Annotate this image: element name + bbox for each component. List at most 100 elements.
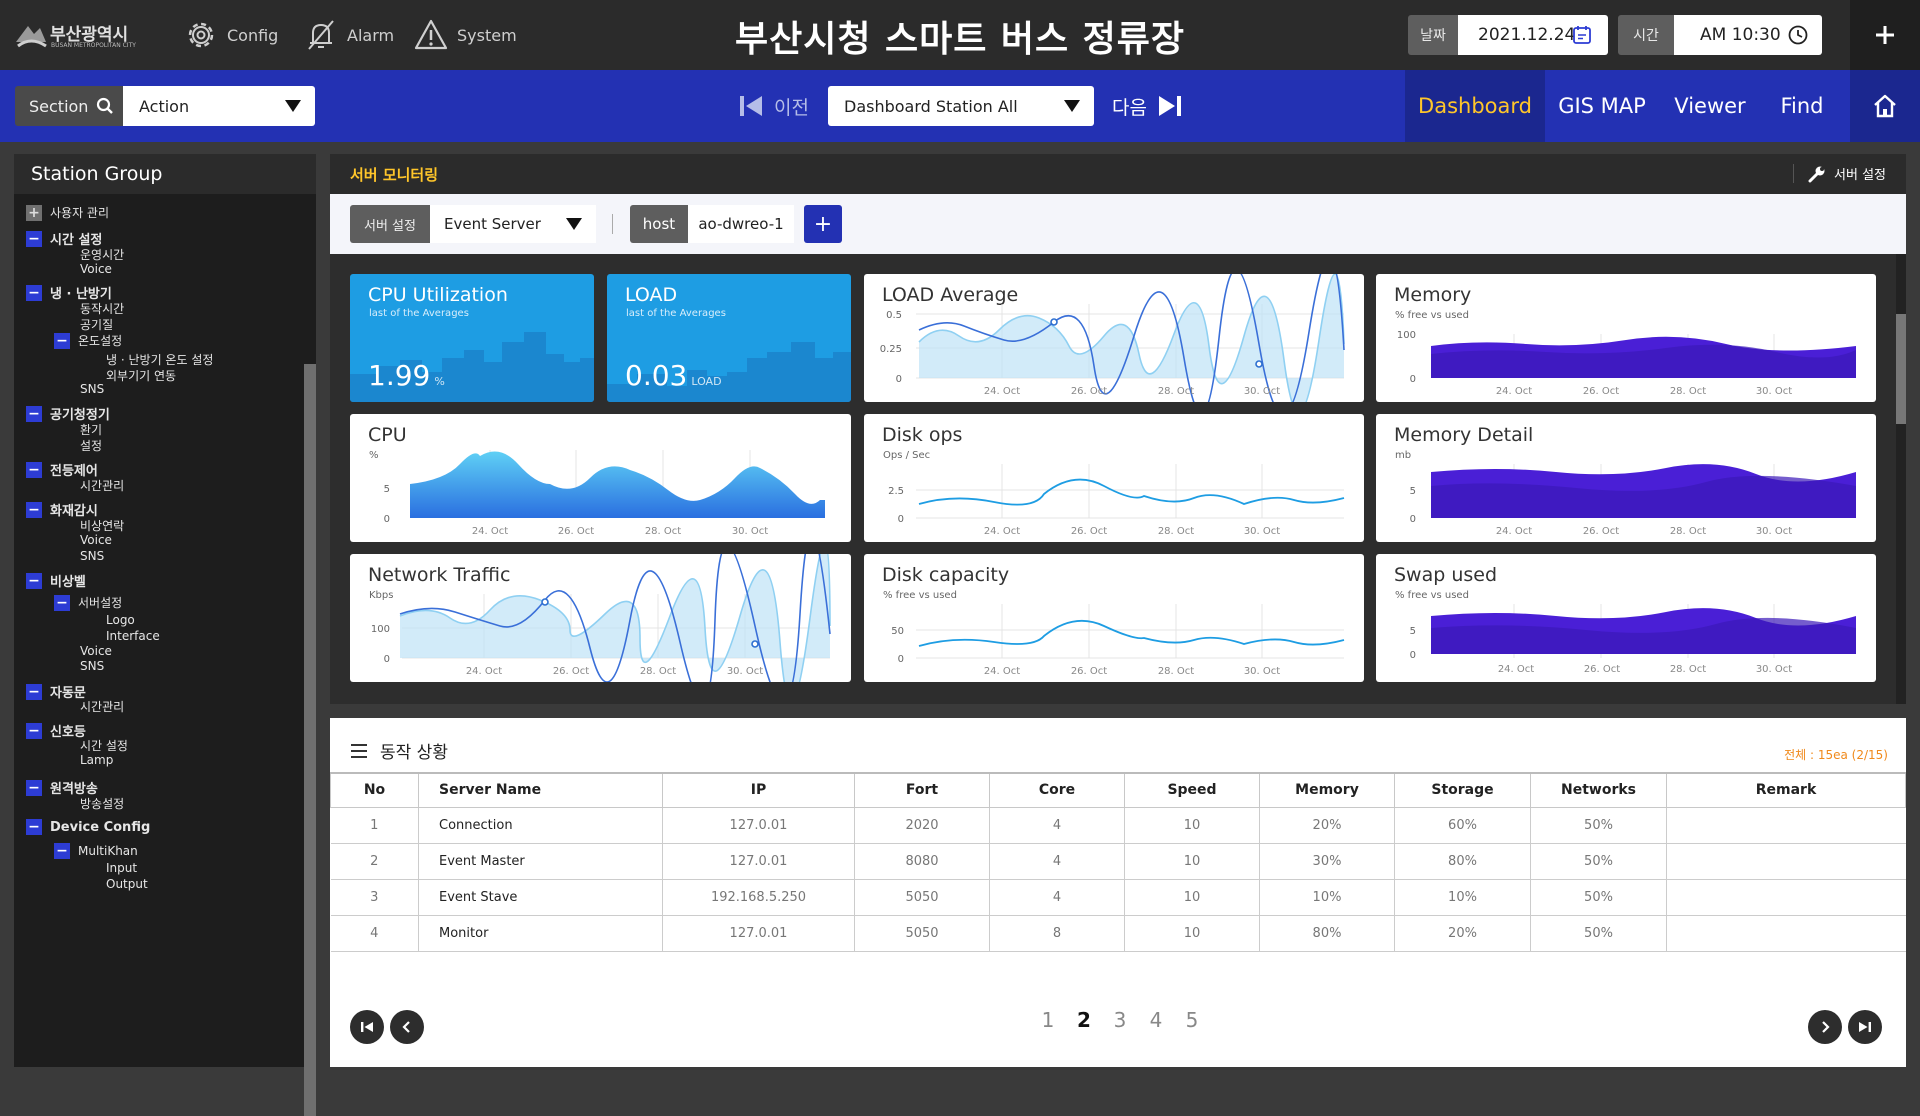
next-button[interactable]: 다음: [1112, 90, 1183, 122]
add-host-button[interactable]: +: [804, 205, 842, 243]
collapse-icon[interactable]: −: [26, 501, 42, 518]
collapse-icon[interactable]: −: [26, 683, 42, 700]
previous-button[interactable]: 이전: [738, 90, 809, 122]
col-server-name[interactable]: Server Name: [418, 772, 663, 808]
collapse-icon[interactable]: −: [26, 230, 42, 247]
sidebar-item[interactable]: Voice: [80, 533, 112, 547]
collapse-icon[interactable]: −: [26, 284, 42, 301]
sidebar-item[interactable]: Lamp: [80, 753, 113, 767]
collapse-icon[interactable]: −: [26, 819, 42, 835]
sidebar-item[interactable]: − 서버설정: [54, 594, 122, 611]
tab-dashboard[interactable]: Dashboard: [1405, 70, 1545, 142]
sidebar-item[interactable]: − Device Config: [26, 819, 150, 835]
sidebar-item[interactable]: − 비상벨: [26, 571, 86, 590]
expand-icon[interactable]: +: [26, 204, 42, 221]
collapse-icon[interactable]: −: [26, 779, 42, 796]
memory-detail-card[interactable]: Memory Detail mb 5 0 24. Oct 26. Oct 28.…: [1376, 414, 1876, 542]
sidebar-item[interactable]: − 신호등: [26, 721, 86, 740]
nav-system[interactable]: System: [413, 16, 517, 54]
network-traffic-card[interactable]: Network Traffic Kbps 100 0 24. Oct 26. O…: [350, 554, 851, 682]
col-ip[interactable]: IP: [662, 772, 855, 808]
page-number[interactable]: 3: [1102, 1008, 1138, 1032]
collapse-icon[interactable]: −: [26, 572, 42, 589]
swap-used-card[interactable]: Swap used % free vs used 5 0 24. Oct 26.…: [1376, 554, 1876, 682]
prev-page-button[interactable]: [390, 1010, 424, 1044]
last-page-button[interactable]: [1848, 1010, 1882, 1044]
sidebar-scrollbar[interactable]: [304, 364, 316, 1116]
memory-card[interactable]: Memory % free vs used 100 0 24. Oct 26. …: [1376, 274, 1876, 402]
sidebar-item[interactable]: Interface: [106, 629, 160, 643]
sidebar-item[interactable]: − 온도설정: [54, 332, 122, 349]
sidebar-item[interactable]: 냉 · 난방기 온도 설정: [106, 351, 213, 368]
col-remark[interactable]: Remark: [1666, 772, 1906, 808]
table-row[interactable]: 3 Event Stave 192.168.5.250 5050 4 10 10% 10% 50…: [330, 879, 1906, 916]
sidebar-item[interactable]: − 자동문: [26, 682, 86, 701]
disk-capacity-card[interactable]: Disk capacity % free vs used 50 0 24. Oc…: [864, 554, 1364, 682]
nav-config[interactable]: Config: [183, 16, 278, 54]
server-settings-button[interactable]: 서버 설정: [1793, 164, 1886, 183]
collapse-icon[interactable]: −: [54, 843, 70, 859]
first-page-button[interactable]: [350, 1010, 384, 1044]
menu-icon[interactable]: [350, 743, 368, 759]
sidebar-item[interactable]: SNS: [80, 549, 104, 563]
add-button[interactable]: [1850, 0, 1920, 70]
collapse-icon[interactable]: −: [54, 332, 70, 349]
disk-ops-card[interactable]: Disk ops Ops / Sec 2.5 0 24. Oct 26. Oct…: [864, 414, 1364, 542]
sidebar-item[interactable]: + 사용자 관리: [26, 204, 109, 221]
city-logo[interactable]: 부산광역시 BUSAN METROPOLITAN CITY: [14, 18, 136, 52]
sidebar-item[interactable]: 공기질: [80, 316, 113, 333]
action-select[interactable]: Action: [123, 86, 315, 126]
host-input[interactable]: ao-dwreo-1: [688, 205, 794, 243]
section-search-button[interactable]: Section: [15, 86, 123, 126]
page-number[interactable]: 4: [1138, 1008, 1174, 1032]
home-button[interactable]: [1850, 70, 1920, 142]
load-average-card[interactable]: LOAD Average 0.5 0.25 0 24. Oct 26. Oct: [864, 274, 1364, 402]
collapse-icon[interactable]: −: [26, 722, 42, 739]
col-memory[interactable]: Memory: [1259, 772, 1395, 808]
sidebar-item[interactable]: Voice: [80, 644, 112, 658]
collapse-icon[interactable]: −: [26, 461, 42, 478]
time-field[interactable]: AM 10:30: [1674, 15, 1822, 55]
date-field[interactable]: 2021.12.24: [1458, 15, 1608, 55]
page-number[interactable]: 5: [1174, 1008, 1210, 1032]
cpu-utilization-card[interactable]: CPU Utilization last of the Averages 1.9…: [350, 274, 594, 402]
server-type-select[interactable]: Event Server: [430, 205, 596, 243]
page-number[interactable]: 1: [1030, 1008, 1066, 1032]
sidebar-item[interactable]: 외부기기 연동: [106, 367, 176, 384]
sidebar-item[interactable]: 방송설정: [80, 795, 124, 812]
table-row[interactable]: 4 Monitor 127.0.01 5050 8 10 80% 20% 50%: [330, 915, 1906, 952]
collapse-icon[interactable]: −: [54, 594, 70, 611]
sidebar-item[interactable]: 운영시간: [80, 246, 124, 263]
tab-viewer[interactable]: Viewer: [1662, 70, 1758, 142]
tab-gis-map[interactable]: GIS MAP: [1548, 70, 1656, 142]
sidebar-item[interactable]: 시간 설정: [80, 737, 128, 754]
sidebar-item[interactable]: SNS: [80, 659, 104, 673]
collapse-icon[interactable]: −: [26, 405, 42, 422]
nav-alarm[interactable]: Alarm: [303, 16, 394, 54]
col-core[interactable]: Core: [989, 772, 1125, 808]
scroll-thumb[interactable]: [1896, 314, 1906, 424]
sidebar-item[interactable]: Voice: [80, 262, 112, 276]
table-row[interactable]: 1 Connection 127.0.01 2020 4 10 20% 60% 50%: [330, 807, 1906, 844]
col-fort[interactable]: Fort: [854, 772, 990, 808]
sidebar-item[interactable]: Input: [106, 861, 137, 875]
col-no[interactable]: No: [330, 772, 419, 808]
panel-scrollbar[interactable]: [1896, 254, 1906, 704]
cpu-card[interactable]: CPU % 5 0 24. Oct 26. Oct 28. Oct 30. Oc…: [350, 414, 851, 542]
col-storage[interactable]: Storage: [1394, 772, 1531, 808]
sidebar-item[interactable]: 동작시간: [80, 300, 124, 317]
sidebar-item[interactable]: 설정: [80, 437, 102, 454]
sidebar-item[interactable]: 환기: [80, 421, 102, 438]
col-speed[interactable]: Speed: [1124, 772, 1260, 808]
sidebar-item[interactable]: 비상연락: [80, 517, 124, 534]
sidebar-item[interactable]: Logo: [106, 613, 135, 627]
next-page-button[interactable]: [1808, 1010, 1842, 1044]
sidebar-item[interactable]: SNS: [80, 382, 104, 396]
sidebar-item[interactable]: 시간관리: [80, 477, 124, 494]
page-number[interactable]: 2: [1066, 1008, 1102, 1032]
sidebar-item[interactable]: 시간관리: [80, 698, 124, 715]
tab-find[interactable]: Find: [1762, 70, 1842, 142]
col-networks[interactable]: Networks: [1530, 772, 1667, 808]
load-card[interactable]: LOAD last of the Averages 0.03 LOAD: [607, 274, 851, 402]
sidebar-item[interactable]: − MultiKhan: [54, 843, 138, 859]
